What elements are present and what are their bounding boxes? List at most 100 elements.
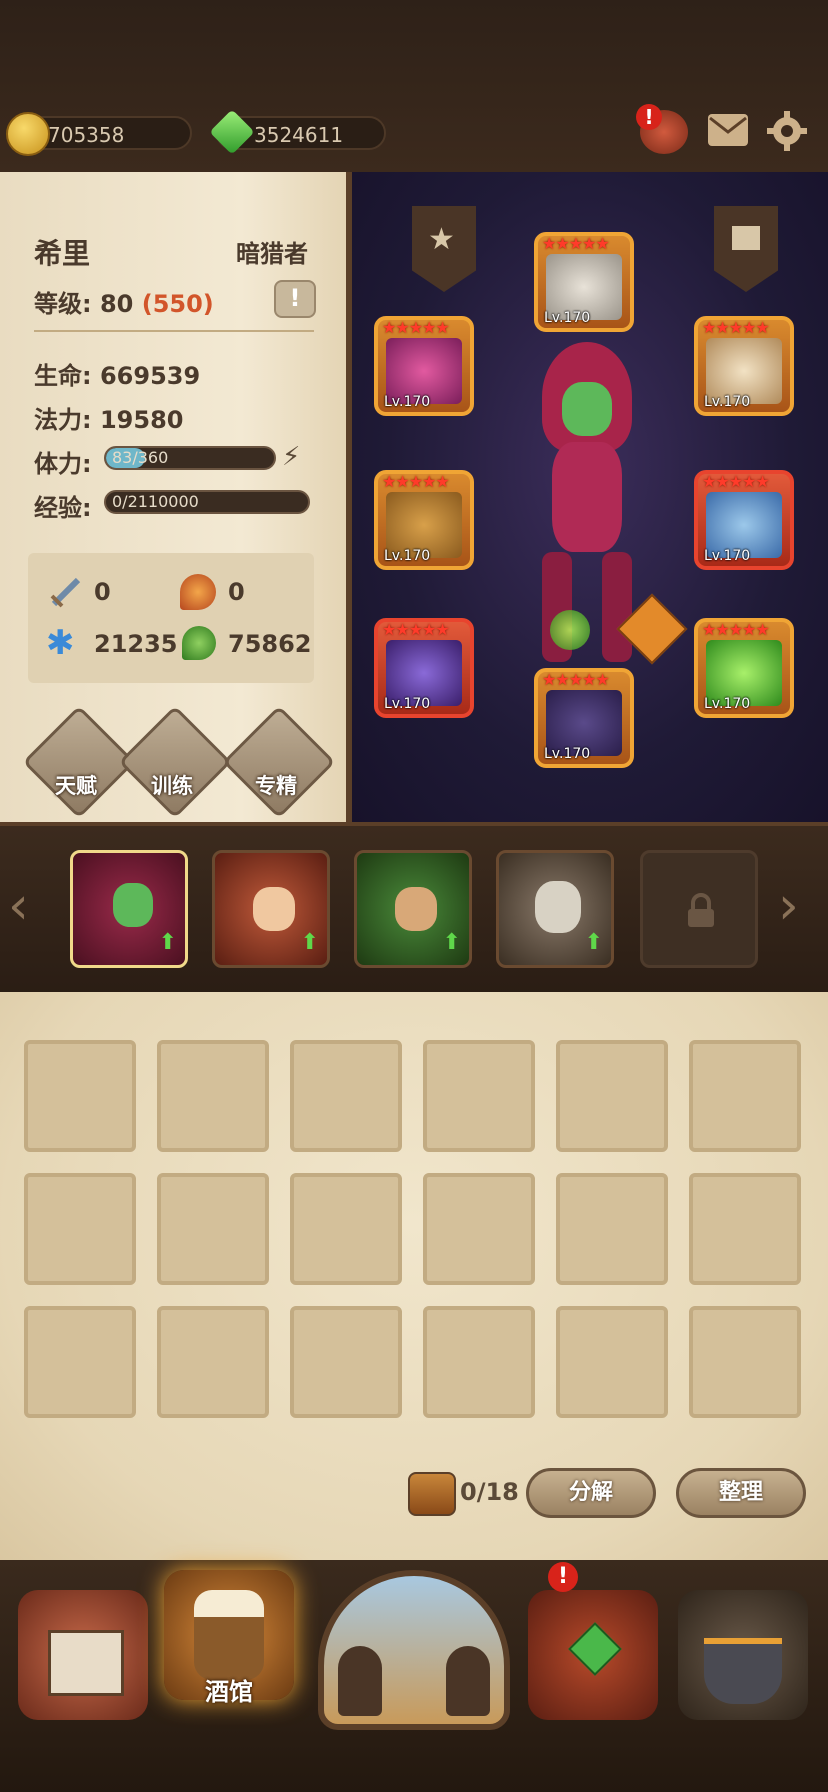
level-label: 等级: xyxy=(34,290,92,318)
sort-button[interactable]: 整理 xyxy=(676,1468,806,1518)
favorite-banner-icon[interactable]: ★ xyxy=(412,206,476,292)
alert-badge-icon: ! xyxy=(636,104,662,130)
stamina-label: 体力: xyxy=(34,450,92,478)
tavern-button[interactable]: 酒馆 xyxy=(164,1570,294,1706)
attack-value: 0 xyxy=(94,578,111,606)
inventory-slot[interactable] xyxy=(290,1306,402,1418)
talent-label: 天赋 xyxy=(55,774,97,798)
equip-level: Lv.170 xyxy=(704,696,751,712)
inventory-slot[interactable] xyxy=(423,1173,535,1285)
training-button[interactable]: 训练 xyxy=(118,705,232,819)
mail-icon[interactable] xyxy=(708,114,748,146)
chevron-left-icon[interactable]: ‹ xyxy=(8,880,29,932)
inventory-slot[interactable] xyxy=(689,1306,801,1418)
codex-banner-icon[interactable] xyxy=(714,206,778,292)
inventory-slot[interactable] xyxy=(423,1306,535,1418)
hero-portrait-2[interactable]: ⬆ xyxy=(212,850,330,968)
stamina-max: /360 xyxy=(132,448,169,467)
treasure-chest-icon[interactable] xyxy=(528,1590,658,1720)
divider xyxy=(34,330,314,332)
tavern-label: 酒馆 xyxy=(205,1678,253,1706)
hero-face xyxy=(562,382,612,436)
hero-face-icon xyxy=(535,881,581,933)
chevron-right-icon[interactable]: › xyxy=(778,880,799,932)
beer-mug-icon xyxy=(194,1590,264,1680)
exp-label: 经验: xyxy=(34,494,92,522)
inventory-slot[interactable] xyxy=(556,1040,668,1152)
lightning-icon[interactable]: ⚡ xyxy=(282,442,300,472)
equip-helmet[interactable]: ★★★★★ Lv.170 xyxy=(534,232,634,332)
equip-staff[interactable]: ★★★★★ Lv.170 xyxy=(374,618,474,718)
equip-shoulders[interactable]: ★★★★★ Lv.170 xyxy=(694,316,794,416)
gold-counter[interactable]: 705358 xyxy=(6,112,192,156)
mastery-label: 专精 xyxy=(255,774,297,798)
gem-amount: 3524611 xyxy=(254,123,344,147)
mp-label: 法力: xyxy=(34,406,92,434)
inventory-slot[interactable] xyxy=(556,1173,668,1285)
upgrade-arrow-icon: ⬆ xyxy=(300,930,319,955)
bag-count: 0/18 xyxy=(460,1478,519,1506)
inventory-slot[interactable] xyxy=(290,1173,402,1285)
sword-icon xyxy=(48,574,84,610)
equip-level: Lv.170 xyxy=(704,394,751,410)
attribute-box xyxy=(28,553,314,683)
forge-cauldron-icon[interactable] xyxy=(678,1590,808,1720)
equip-level: Lv.170 xyxy=(384,394,431,410)
level-value: 80 xyxy=(99,290,134,318)
hero-slot-locked[interactable] xyxy=(640,850,758,968)
equip-ring[interactable]: ★★★★★ Lv.170 xyxy=(694,618,794,718)
hero-portrait-selected[interactable]: ⬆ xyxy=(70,850,188,968)
equip-level: Lv.170 xyxy=(544,310,591,326)
bag-chest-icon xyxy=(408,1472,456,1516)
inventory-slot[interactable] xyxy=(689,1173,801,1285)
inventory-slot[interactable] xyxy=(24,1306,136,1418)
hero-face-icon xyxy=(253,887,295,931)
emerald-icon xyxy=(568,1622,622,1676)
mastery-icon xyxy=(222,705,336,819)
gem-icon xyxy=(209,109,255,155)
training-icon xyxy=(118,705,232,819)
frost-value: 21235 xyxy=(94,630,178,658)
inventory-grid xyxy=(24,1040,804,1424)
info-button[interactable]: ! xyxy=(274,280,316,318)
equip-gloves[interactable]: ★★★★★ Lv.170 xyxy=(374,470,474,570)
inventory-slot[interactable] xyxy=(24,1173,136,1285)
inventory-slot[interactable] xyxy=(157,1040,269,1152)
hero-portrait-4[interactable]: ⬆ xyxy=(496,850,614,968)
equip-offhand[interactable]: ★★★★★ Lv.170 xyxy=(374,316,474,416)
talent-button[interactable]: 天赋 xyxy=(22,705,136,819)
inventory-slot[interactable] xyxy=(24,1040,136,1152)
decompose-button[interactable]: 分解 xyxy=(526,1468,656,1518)
hero-portrait-3[interactable]: ⬆ xyxy=(354,850,472,968)
hero-face-icon xyxy=(113,883,153,927)
equip-level: Lv.170 xyxy=(704,548,751,564)
inventory-slot[interactable] xyxy=(556,1306,668,1418)
mastery-button[interactable]: 专精 xyxy=(222,705,336,819)
poison-effect xyxy=(550,610,590,650)
hero-leg-right xyxy=(602,552,632,662)
gold-coin-icon xyxy=(6,112,50,156)
level-cap: (550) xyxy=(141,290,214,318)
equip-level: Lv.170 xyxy=(384,548,431,564)
lock-icon xyxy=(685,893,717,929)
settings-gear-icon[interactable] xyxy=(766,110,808,152)
house-wall xyxy=(48,1630,124,1696)
cauldron-body xyxy=(704,1638,782,1704)
inventory-slot[interactable] xyxy=(290,1040,402,1152)
top-bar: 705358 3524611 ! xyxy=(0,0,828,175)
inventory-slot[interactable] xyxy=(423,1040,535,1152)
equip-level: Lv.170 xyxy=(384,696,431,712)
inventory-slot[interactable] xyxy=(157,1173,269,1285)
nature-icon xyxy=(182,626,216,660)
hooded-figure-right xyxy=(446,1646,490,1716)
inventory-slot[interactable] xyxy=(689,1040,801,1152)
inventory-slot[interactable] xyxy=(157,1306,269,1418)
frost-icon: ✱ xyxy=(46,623,75,663)
gem-counter[interactable]: 3524611 xyxy=(209,109,386,155)
town-house-icon[interactable] xyxy=(18,1590,148,1720)
equip-boots[interactable]: ★★★★★ Lv.170 xyxy=(534,668,634,768)
equip-level: Lv.170 xyxy=(544,746,591,762)
equip-chest[interactable]: ★★★★★ Lv.170 xyxy=(694,470,794,570)
fire-value: 0 xyxy=(228,578,245,606)
nature-value: 75862 xyxy=(228,630,312,658)
